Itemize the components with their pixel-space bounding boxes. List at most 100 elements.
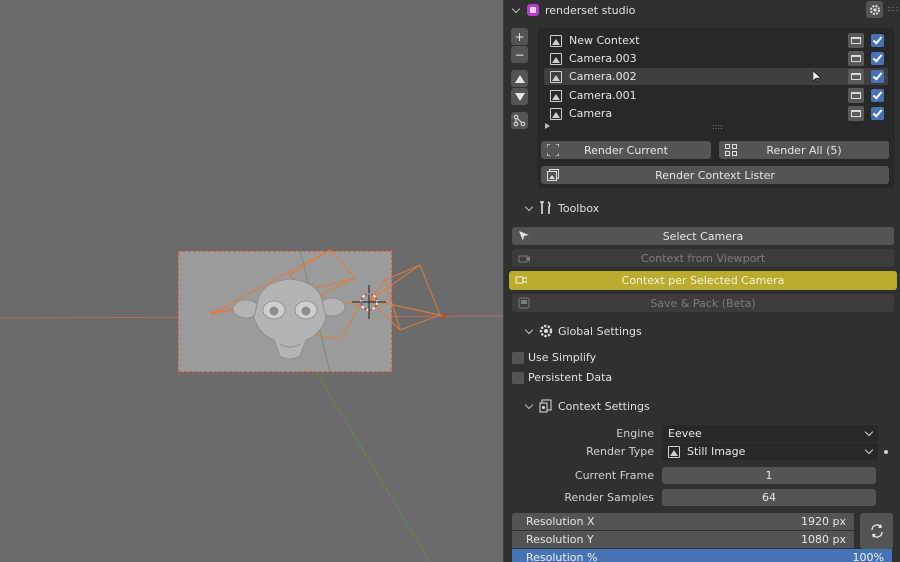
resolution-pct-label: Resolution % [526,551,598,562]
folder-icon[interactable] [848,51,864,66]
addon-title: renderset studio [545,3,636,17]
current-frame-value: 1 [765,469,773,482]
list-item-selected[interactable]: Camera.002 [544,68,888,85]
list-item[interactable]: New Context [544,32,888,49]
enabled-checkbox[interactable] [871,34,884,47]
refresh-icon [870,524,883,538]
enabled-checkbox[interactable] [871,52,884,65]
folder-icon[interactable] [848,33,864,48]
context-settings-header[interactable]: Context Settings [504,397,900,415]
list-item[interactable]: Camera.003 [544,50,888,67]
checkbox-unchecked[interactable] [512,371,524,384]
select-camera-label: Select Camera [662,229,744,243]
chevron-down-icon[interactable] [524,326,534,336]
context-per-selected-camera-label: Context per Selected Camera [621,274,785,287]
renderset-icon [527,4,539,16]
image-icon [550,107,562,120]
list-item-label: Camera.001 [569,89,637,102]
current-frame-field[interactable]: 1 [662,467,876,484]
enabled-checkbox[interactable] [871,107,884,120]
image-icon [550,89,562,102]
engine-select[interactable]: Eevee [662,425,878,442]
camera-icon [515,276,527,284]
save-pack-button[interactable]: Save & Pack (Beta) [512,294,894,312]
swap-resolution-button[interactable] [860,513,893,549]
render-context-lister-label: Render Context Lister [655,168,775,182]
grid-icon [725,144,737,156]
resolution-x-field[interactable]: Resolution X 1920 px [512,513,854,530]
resolution-percentage-field[interactable]: Resolution % 100% [512,549,892,562]
image-icon [550,52,562,65]
toolbox-header[interactable]: Toolbox [504,199,900,217]
list-item-label: Camera.002 [569,70,637,83]
checkbox-unchecked[interactable] [512,351,524,364]
resolution-y-field[interactable]: Resolution Y 1080 px [512,531,854,548]
package-icon [518,297,530,309]
gear-icon[interactable] [866,1,883,18]
global-settings-title: Global Settings [558,324,642,338]
enabled-checkbox[interactable] [871,89,884,102]
3d-viewport[interactable] [0,0,503,562]
drag-grip-icon[interactable]: :::: [887,5,898,13]
persistent-data-label: Persistent Data [528,371,613,384]
enabled-checkbox[interactable] [871,70,884,83]
image-icon [550,70,562,83]
list-item-label: Camera.003 [569,52,637,65]
global-settings-header[interactable]: Global Settings [504,322,900,340]
list-item[interactable]: Camera [544,105,888,122]
render-current-button[interactable]: Render Current [541,141,711,159]
persistent-data-checkbox[interactable]: Persistent Data [512,371,612,384]
render-type-label: Render Type [586,445,654,458]
chevron-down-icon [864,445,874,455]
render-all-button[interactable]: Render All (5) [719,141,889,159]
resolution-x-value: 1920 px [801,515,846,528]
addon-header[interactable]: renderset studio [504,1,900,19]
current-frame-label: Current Frame [574,469,654,482]
folder-icon[interactable] [848,106,864,121]
chevron-down-icon[interactable] [524,401,534,411]
context-list[interactable]: New Context Camera.003 Camera.002 Camera… [537,28,895,188]
cursor-arrow-icon [519,231,529,241]
y-axis-line [299,344,431,562]
mouse-cursor-icon [813,71,821,82]
render-samples-field[interactable]: 64 [662,489,876,506]
list-resize-grip[interactable]: :::: [712,122,723,131]
tools-icon [540,201,551,214]
list-item-label: Camera [569,107,613,120]
image-icon [668,445,680,458]
render-context-lister-button[interactable]: Render Context Lister [541,166,889,184]
render-samples-value: 64 [762,491,776,504]
context-from-viewport-button[interactable]: Context from Viewport [512,249,894,267]
engine-value: Eevee [668,427,702,440]
resolution-y-value: 1080 px [801,533,846,546]
render-all-label: Render All (5) [766,143,842,157]
expand-filter-icon[interactable] [545,123,550,129]
render-current-label: Render Current [584,143,668,157]
resolution-pct-value: 100% [852,551,884,562]
use-simplify-label: Use Simplify [528,351,597,364]
image-icon [550,34,562,47]
render-type-select[interactable]: Still Image [662,443,878,460]
folder-icon[interactable] [848,69,864,84]
plus-icon[interactable]: + [511,28,528,45]
gear-icon [539,324,553,338]
render-type-value: Still Image [687,445,746,458]
node-tree-icon[interactable] [511,112,528,129]
keyframe-dot-icon[interactable] [884,450,888,454]
chevron-down-icon[interactable] [524,203,534,213]
context-settings-icon [539,399,552,413]
viewport-camera-icon [518,255,530,263]
list-item[interactable]: Camera.001 [544,87,888,104]
arrow-down-icon[interactable] [511,88,528,105]
arrow-up-icon[interactable] [511,70,528,87]
use-simplify-checkbox[interactable]: Use Simplify [512,351,596,364]
select-camera-button[interactable]: Select Camera [512,227,894,245]
engine-label: Engine [616,427,654,440]
context-from-viewport-label: Context from Viewport [640,251,766,265]
save-pack-label: Save & Pack (Beta) [650,296,756,310]
folder-icon[interactable] [848,88,864,103]
context-per-selected-camera-button[interactable]: Context per Selected Camera [509,271,897,290]
properties-panel: renderset studio :::: + − New Context Ca… [504,0,900,562]
minus-icon[interactable]: − [511,46,528,63]
chevron-down-icon[interactable] [511,5,521,15]
